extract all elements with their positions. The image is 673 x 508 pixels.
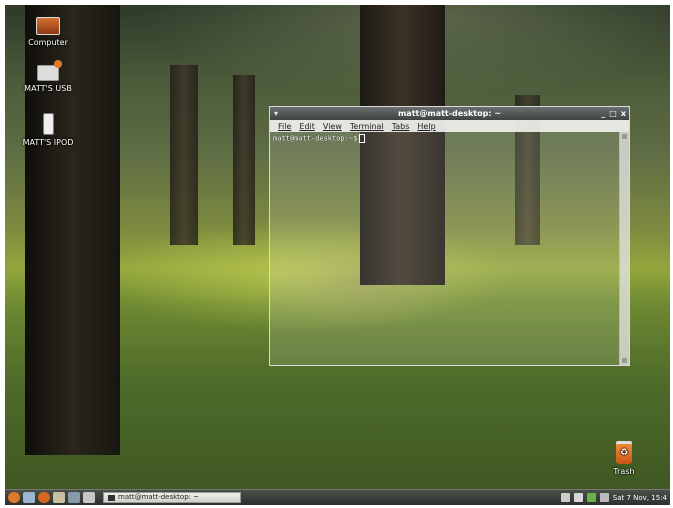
show-desktop-icon[interactable] <box>23 492 35 503</box>
battery-icon[interactable] <box>586 493 596 502</box>
menu-edit[interactable]: Edit <box>299 122 315 131</box>
desktop-icon-label: MATT'S IPOD <box>22 138 74 147</box>
terminal-scrollbar[interactable] <box>619 132 629 365</box>
desktop-icon-label: MATT'S USB <box>24 84 72 93</box>
minimize-button[interactable]: _ <box>601 107 605 120</box>
desktop-icon-label: Trash <box>613 467 635 476</box>
tree-trunk-small-2 <box>233 75 255 245</box>
maximize-button[interactable]: □ <box>609 107 617 120</box>
bottom-panel: matt@matt-desktop: ~ Sat 7 Nov, 15:4 <box>5 489 670 505</box>
desktop-icon-computer[interactable]: Computer <box>13 17 83 47</box>
system-tray: Sat 7 Nov, 15:4 <box>560 493 670 502</box>
settings-icon[interactable] <box>83 492 95 503</box>
terminal-icon <box>108 494 115 501</box>
usb-drive-icon <box>37 60 62 81</box>
desktop-icon-ipod[interactable]: MATT'S IPOD <box>13 113 83 147</box>
media-icon[interactable] <box>68 492 80 503</box>
window-menu-icon[interactable]: ▾ <box>274 107 278 120</box>
terminal-output[interactable]: matt@matt-desktop:~$ <box>270 132 619 365</box>
text-cursor <box>359 134 366 143</box>
close-button[interactable]: x <box>621 107 626 120</box>
taskbar-button-terminal[interactable]: matt@matt-desktop: ~ <box>103 492 241 503</box>
terminal-menubar: File Edit View Terminal Tabs Help <box>270 120 629 132</box>
ipod-icon <box>42 113 54 135</box>
taskbar-button-label: matt@matt-desktop: ~ <box>118 493 200 501</box>
panel-clock[interactable]: Sat 7 Nov, 15:4 <box>613 494 667 502</box>
desktop-icon-label: Computer <box>28 38 68 47</box>
computer-icon <box>36 17 60 35</box>
window-controls: _ □ x <box>601 107 626 120</box>
volume-icon[interactable] <box>599 493 609 502</box>
tray-app-icon[interactable] <box>560 493 570 502</box>
menu-view[interactable]: View <box>323 122 342 131</box>
tree-trunk-small-1 <box>170 65 198 245</box>
trash-icon: ♻ <box>616 441 632 464</box>
menu-help[interactable]: Help <box>417 122 435 131</box>
menu-terminal[interactable]: Terminal <box>350 122 384 131</box>
shell-prompt: matt@matt-desktop:~$ <box>273 134 358 143</box>
menu-file[interactable]: File <box>278 122 291 131</box>
terminal-title-bar[interactable]: ▾ matt@matt-desktop: ~ _ □ x <box>270 107 629 120</box>
mail-icon[interactable] <box>53 492 65 503</box>
terminal-window[interactable]: ▾ matt@matt-desktop: ~ _ □ x File Edit V… <box>269 106 630 366</box>
menu-tabs[interactable]: Tabs <box>392 122 410 131</box>
terminal-title: matt@matt-desktop: ~ <box>397 109 502 118</box>
web-browser-icon[interactable] <box>38 492 50 503</box>
main-menu-icon[interactable] <box>8 492 20 503</box>
desktop-icon-usb[interactable]: MATT'S USB <box>13 60 83 93</box>
network-icon[interactable] <box>573 493 583 502</box>
desktop-icon-trash[interactable]: ♻ Trash <box>589 441 659 476</box>
desktop-background: Computer MATT'S USB MATT'S IPOD ♻ Trash … <box>5 5 670 502</box>
